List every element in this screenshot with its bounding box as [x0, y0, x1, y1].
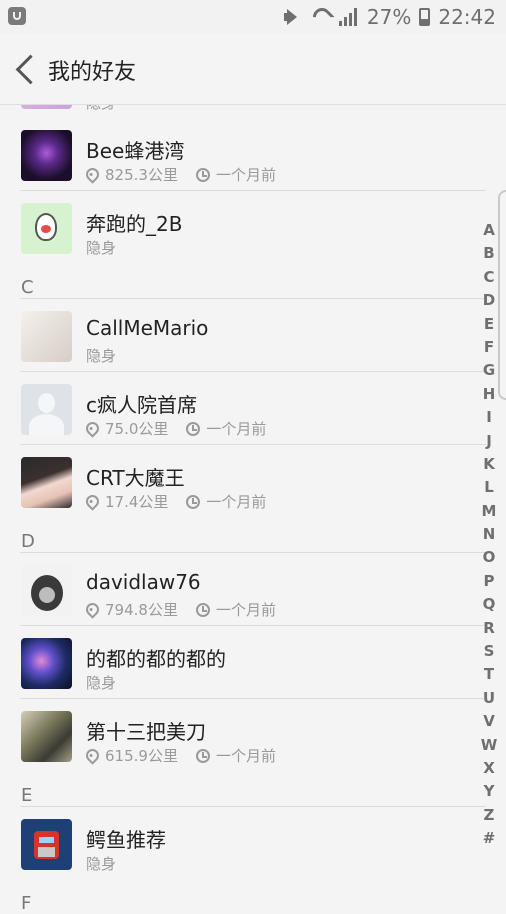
index-letter-h[interactable]: H	[483, 383, 496, 406]
battery-icon	[419, 8, 431, 26]
mute-icon	[283, 8, 305, 26]
friend-name: 的都的都的都的	[86, 647, 226, 671]
index-letter-l[interactable]: L	[484, 476, 494, 499]
index-letter-r[interactable]: R	[483, 617, 495, 640]
section-divider	[0, 480, 486, 553]
index-letter-e[interactable]: E	[484, 313, 494, 336]
index-letter-hash[interactable]: #	[483, 827, 496, 850]
avatar	[21, 311, 72, 362]
index-letter-c[interactable]: C	[483, 266, 494, 289]
index-letter-o[interactable]: O	[483, 546, 496, 569]
section-header-f: F	[21, 893, 32, 914]
friend-distance: 794.8公里	[105, 601, 178, 619]
friend-name: davidlaw76	[86, 570, 201, 594]
battery-percent: 27%	[366, 5, 412, 29]
friend-status: 隐身	[86, 855, 117, 873]
index-letter-m[interactable]: M	[482, 500, 497, 523]
index-letter-k[interactable]: K	[483, 453, 495, 476]
page-title: 我的好友	[48, 60, 137, 85]
index-letter-a[interactable]: A	[483, 219, 495, 242]
friend-name: Bee蜂港湾	[86, 139, 185, 163]
app-header: 我的好友	[0, 34, 506, 105]
app-notification-icon	[8, 7, 26, 25]
friend-meta: 825.3公里 一个月前	[83, 164, 276, 185]
list-item[interactable]: c疯人院首席 75.0公里 一个月前	[0, 372, 486, 445]
friend-distance: 825.3公里	[105, 166, 178, 184]
signal-icon	[338, 8, 359, 26]
alphabet-index[interactable]: A B C D E F G H I J K L M N O P Q R S T U V W X Y Z #	[476, 219, 502, 851]
friend-meta: 75.0公里 一个月前	[83, 418, 267, 439]
index-letter-w[interactable]: W	[481, 734, 498, 757]
avatar	[21, 565, 72, 616]
section-divider	[0, 226, 486, 299]
avatar	[21, 819, 72, 870]
status-bar: 27% 22:42	[0, 0, 506, 34]
index-letter-x[interactable]: X	[483, 757, 495, 780]
index-letter-y[interactable]: Y	[484, 780, 495, 803]
index-letter-d[interactable]: D	[483, 289, 495, 312]
avatar	[21, 384, 72, 435]
friend-time: 一个月前	[215, 166, 276, 184]
index-letter-f[interactable]: F	[484, 336, 494, 359]
wifi-icon	[309, 4, 335, 30]
index-letter-i[interactable]: I	[486, 406, 492, 429]
index-letter-u[interactable]: U	[483, 687, 495, 710]
location-pin-icon	[83, 419, 102, 438]
friend-distance: 75.0公里	[105, 420, 169, 438]
index-letter-p[interactable]: P	[484, 570, 495, 593]
clock-icon	[195, 602, 210, 617]
friend-time: 一个月前	[215, 601, 276, 619]
friend-status: 隐身	[86, 347, 117, 365]
index-letter-z[interactable]: Z	[484, 804, 495, 827]
index-letter-j[interactable]: J	[486, 430, 492, 453]
friend-name: 鳄鱼推荐	[86, 828, 166, 852]
friend-time: 一个月前	[206, 420, 267, 438]
friend-name: CallMeMario	[86, 316, 209, 340]
friend-status: 隐身	[86, 674, 117, 692]
location-pin-icon	[83, 600, 102, 619]
avatar	[21, 130, 72, 181]
clock-time: 22:42	[438, 5, 496, 29]
section-divider	[0, 734, 486, 807]
index-letter-q[interactable]: Q	[483, 593, 496, 616]
index-letter-t[interactable]: T	[484, 663, 494, 686]
clock-icon	[195, 167, 210, 182]
back-arrow-icon[interactable]	[14, 54, 40, 84]
list-item[interactable]: 的都的都的都的 隐身	[0, 626, 486, 699]
clock-icon	[186, 421, 201, 436]
index-letter-b[interactable]: B	[483, 242, 494, 265]
friend-name: c疯人院首席	[86, 393, 197, 417]
list-item[interactable]: CallMeMario 隐身	[0, 299, 486, 372]
friend-meta: 794.8公里 一个月前	[83, 599, 276, 620]
list-item[interactable]: davidlaw76 794.8公里 一个月前	[0, 553, 486, 626]
index-letter-v[interactable]: V	[483, 710, 495, 733]
list-item[interactable]: 鳄鱼推荐 隐身	[0, 807, 486, 880]
avatar	[21, 638, 72, 689]
index-letter-s[interactable]: S	[484, 640, 495, 663]
index-letter-n[interactable]: N	[483, 523, 496, 546]
list-item[interactable]: Bee蜂港湾 825.3公里 一个月前	[0, 118, 486, 191]
index-letter-g[interactable]: G	[483, 359, 495, 382]
location-pin-icon	[83, 165, 102, 184]
